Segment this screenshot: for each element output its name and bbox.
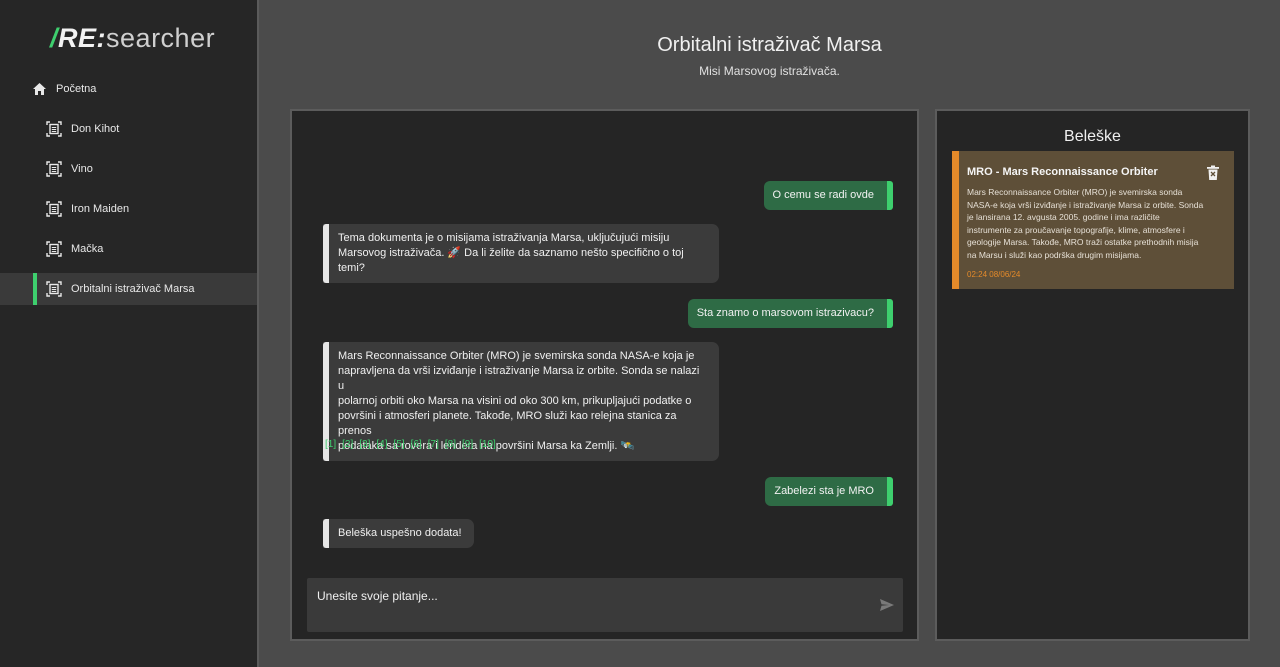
message-line: napravljena da vrši izviđanje i istraživ… bbox=[338, 365, 700, 392]
reference-link-6[interactable]: [6] bbox=[411, 439, 422, 450]
active-indicator bbox=[33, 273, 37, 305]
user-message: O cemu se radi ovde bbox=[763, 181, 893, 210]
logo-re: RE bbox=[58, 22, 97, 53]
note-title: MRO - Mars Reconnaissance Orbiter bbox=[967, 166, 1158, 178]
document-scan-icon bbox=[46, 241, 62, 257]
send-icon[interactable] bbox=[879, 597, 895, 613]
document-scan-icon bbox=[46, 161, 62, 177]
reference-link-9[interactable]: [9] bbox=[462, 439, 473, 450]
sidebar-item-vino[interactable]: Vino bbox=[0, 153, 257, 185]
sidebar-item-macka[interactable]: Mačka bbox=[0, 233, 257, 265]
document-scan-icon bbox=[46, 201, 62, 217]
note-line: na Marsu i služi kao podrška drugim misi… bbox=[967, 249, 1142, 260]
reference-link-1[interactable]: [1] bbox=[325, 439, 336, 450]
reference-link-3[interactable]: [3] bbox=[359, 439, 370, 450]
sidebar-item-label: Don Kihot bbox=[71, 123, 120, 135]
message-line: Marsovog istraživača. 🚀 Da li želite da … bbox=[338, 247, 684, 274]
logo-slash: / bbox=[50, 22, 59, 53]
note-accent bbox=[952, 151, 959, 289]
user-message: Sta znamo o marsovom istrazivacu? bbox=[687, 299, 894, 328]
message-line: Mars Reconnaissance Orbiter (MRO) je sve… bbox=[338, 350, 695, 362]
reference-link-5[interactable]: [5] bbox=[394, 439, 405, 450]
assistant-message: Beleška uspešno dodata! bbox=[323, 519, 474, 548]
message-line: Tema dokumenta je o misijama istraživanj… bbox=[338, 232, 670, 244]
note-line: geologije Marsa. Takođe, MRO traži ostat… bbox=[967, 237, 1199, 248]
note-card[interactable]: MRO - Mars Reconnaissance Orbiter Mars R… bbox=[952, 151, 1234, 289]
sidebar-item-label: Početna bbox=[56, 83, 97, 95]
note-line: NASA-e koja vrši izviđanje i istraživanj… bbox=[967, 199, 1204, 210]
reference-link-10[interactable]: [10] bbox=[479, 439, 496, 450]
trash-icon[interactable] bbox=[1206, 165, 1220, 181]
reference-link-8[interactable]: [8] bbox=[445, 439, 456, 450]
reference-link-4[interactable]: [4] bbox=[376, 439, 387, 450]
sidebar-item-label: Mačka bbox=[71, 243, 104, 255]
message-line: polarnoj orbiti oko Marsa na visini od o… bbox=[338, 395, 692, 407]
reference-link-7[interactable]: [7] bbox=[428, 439, 439, 450]
note-line: je lansirana 12. avgusta 2005. godine i … bbox=[967, 212, 1160, 223]
sidebar-item-label: Orbitalni istraživač Marsa bbox=[71, 283, 195, 295]
note-line: instrumente za proučavanje topografije, … bbox=[967, 224, 1185, 235]
note-body: Mars Reconnaissance Orbiter (MRO) je sve… bbox=[967, 186, 1225, 262]
sidebar-item-label: Vino bbox=[71, 163, 93, 175]
reference-link-2[interactable]: [2] bbox=[342, 439, 353, 450]
sidebar-item-iron-maiden[interactable]: Iron Maiden bbox=[0, 193, 257, 225]
question-input-box bbox=[307, 578, 903, 632]
logo-colon: : bbox=[96, 22, 107, 53]
chat-panel: O cemu se radi ovde Tema dokumenta je o … bbox=[290, 109, 919, 641]
document-scan-icon bbox=[46, 121, 62, 137]
document-scan-icon bbox=[46, 281, 62, 297]
sidebar: /RE: searcher Početna Don Kihot Vino Iron… bbox=[0, 0, 259, 667]
app-logo[interactable]: /RE: searcher bbox=[50, 20, 215, 56]
sidebar-item-orbitalni-istrazivac-marsa[interactable]: Orbitalni istraživač Marsa bbox=[0, 273, 257, 305]
logo-rest: searcher bbox=[106, 22, 216, 53]
sidebar-item-home[interactable]: Početna bbox=[31, 73, 257, 105]
sidebar-item-don-kihot[interactable]: Don Kihot bbox=[0, 113, 257, 145]
note-line: Mars Reconnaissance Orbiter (MRO) je sve… bbox=[967, 187, 1183, 197]
page-subtitle: Misi Marsovog istraživača. bbox=[699, 64, 840, 78]
note-timestamp: 02:24 08/06/24 bbox=[967, 270, 1021, 279]
message-line: površini i atmosferi planete. Takođe, MR… bbox=[338, 410, 677, 437]
notes-title: Beleške bbox=[1064, 128, 1121, 145]
reference-links: [1] [2] [3] [4] [5] [6] [7] [8] [9] [10] bbox=[325, 439, 496, 450]
user-message: Zabelezi sta je MRO bbox=[765, 477, 893, 506]
assistant-message: Tema dokumenta je o misijama istraživanj… bbox=[323, 224, 719, 283]
notes-panel: Beleške MRO - Mars Reconnaissance Orbite… bbox=[935, 109, 1250, 641]
question-input[interactable] bbox=[307, 578, 867, 614]
sidebar-item-label: Iron Maiden bbox=[71, 203, 130, 215]
page-title: Orbitalni istraživač Marsa bbox=[657, 34, 882, 56]
home-icon bbox=[31, 81, 47, 97]
